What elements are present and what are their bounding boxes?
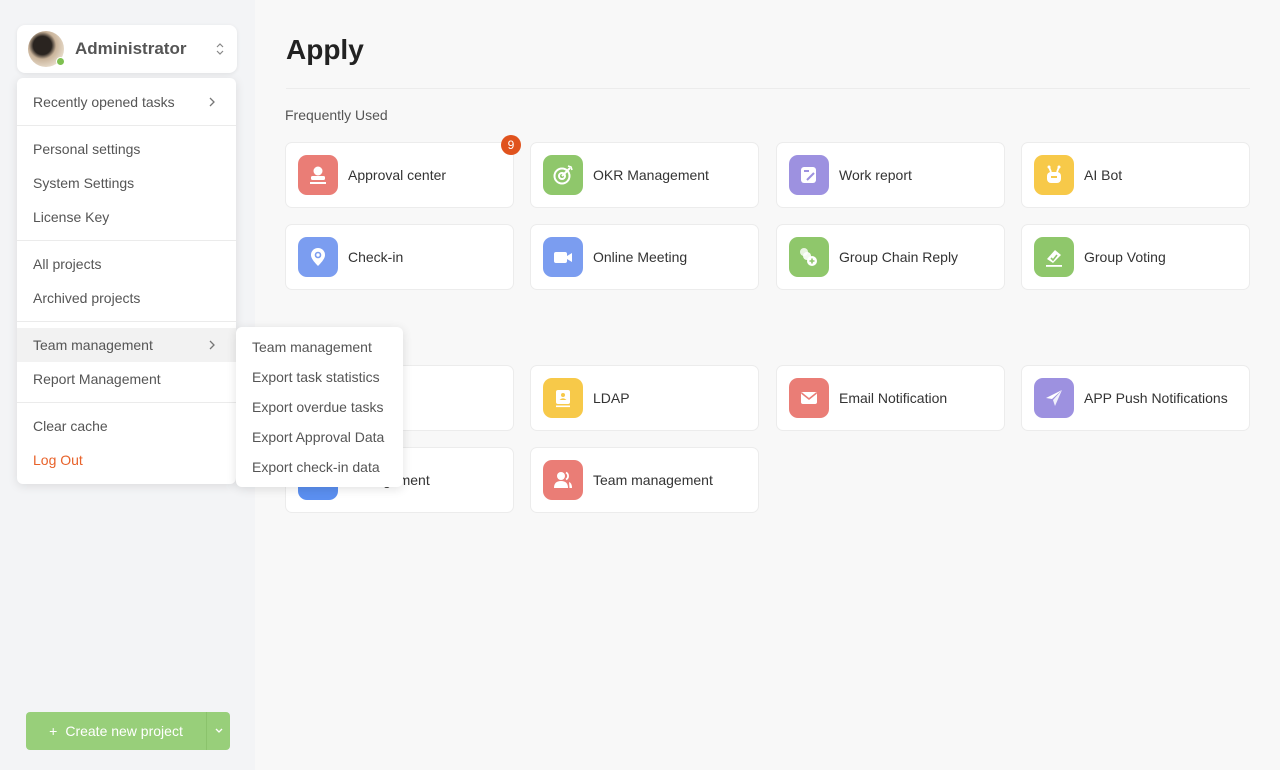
chain-add-icon xyxy=(789,237,829,277)
app-card-label: Email Notification xyxy=(839,390,948,406)
chevron-right-icon xyxy=(209,340,215,350)
app-card-group-chain-reply[interactable]: Group Chain Reply xyxy=(776,224,1005,290)
app-card-approval-center[interactable]: Approval center 9 xyxy=(285,135,521,208)
menu-item-label: License Key xyxy=(33,209,110,225)
app-card-label: Team management xyxy=(593,472,713,488)
create-project-button-group: + Create new project xyxy=(26,712,230,750)
menu-item-system-settings[interactable]: System Settings xyxy=(17,166,236,200)
mail-icon xyxy=(789,378,829,418)
app-card-label: Work report xyxy=(839,167,912,183)
app-card-label: Group Voting xyxy=(1084,249,1166,265)
menu-item-label: Archived projects xyxy=(33,290,141,306)
sidebar: Administrator Recently opened tasks Pers… xyxy=(0,0,255,770)
target-icon xyxy=(543,155,583,195)
team-icon xyxy=(543,460,583,500)
create-new-project-label: Create new project xyxy=(65,723,183,739)
app-card-okr-management[interactable]: OKR Management xyxy=(530,142,759,208)
menu-item-recent-tasks[interactable]: Recently opened tasks xyxy=(17,85,236,119)
user-switcher[interactable]: Administrator xyxy=(17,25,237,73)
app-card-ldap[interactable]: LDAP xyxy=(530,365,759,431)
location-pin-icon xyxy=(298,237,338,277)
paper-plane-icon xyxy=(1034,378,1074,418)
online-status-dot xyxy=(56,57,65,66)
edit-note-icon xyxy=(789,155,829,195)
submenu-item-team-management[interactable]: Team management xyxy=(236,332,403,362)
submenu-item-export-check-in-data[interactable]: Export check-in data xyxy=(236,452,403,482)
create-project-dropdown-button[interactable] xyxy=(206,712,230,750)
menu-item-report-management[interactable]: Report Management xyxy=(17,362,236,396)
app-card-check-in[interactable]: Check-in xyxy=(285,224,514,290)
create-new-project-button[interactable]: + Create new project xyxy=(26,712,206,750)
main-content: Apply Frequently Used Approval center 9 … xyxy=(255,0,1280,770)
menu-item-label: Team management xyxy=(33,337,153,353)
menu-item-log-out[interactable]: Log Out xyxy=(17,443,236,477)
app-card-app-push-notifications[interactable]: APP Push Notifications xyxy=(1021,365,1250,431)
vote-check-icon xyxy=(1034,237,1074,277)
submenu-item-export-approval-data[interactable]: Export Approval Data xyxy=(236,422,403,452)
menu-item-team-management[interactable]: Team management xyxy=(17,328,236,362)
app-card-email-notification[interactable]: Email Notification xyxy=(776,365,1005,431)
notification-badge: 9 xyxy=(501,135,521,155)
divider xyxy=(17,240,236,241)
app-card-label: Group Chain Reply xyxy=(839,249,959,265)
divider xyxy=(17,402,236,403)
menu-item-label: Clear cache xyxy=(33,418,108,434)
page-title: Apply xyxy=(286,34,364,65)
app-card-team-management[interactable]: Team management xyxy=(530,447,759,513)
avatar xyxy=(28,31,65,67)
section-label-frequently-used: Frequently Used xyxy=(285,107,388,123)
menu-item-license-key[interactable]: License Key xyxy=(17,200,236,234)
menu-item-label: System Settings xyxy=(33,175,135,191)
chevron-right-icon xyxy=(209,97,215,107)
divider xyxy=(17,321,236,322)
menu-item-label: All projects xyxy=(33,256,102,272)
user-name: Administrator xyxy=(75,39,187,58)
submenu-item-export-overdue-tasks[interactable]: Export overdue tasks xyxy=(236,392,403,422)
app-card-ai-bot[interactable]: AI Bot xyxy=(1021,142,1250,208)
contact-book-icon xyxy=(543,378,583,418)
app-card-online-meeting[interactable]: Online Meeting xyxy=(530,224,759,290)
menu-item-label: Personal settings xyxy=(33,141,141,157)
team-management-submenu: Team management Export task statistics E… xyxy=(236,327,403,487)
app-card-label: OKR Management xyxy=(593,167,709,183)
menu-item-archived-projects[interactable]: Archived projects xyxy=(17,281,236,315)
app-card-label: AI Bot xyxy=(1084,167,1123,183)
plus-icon: + xyxy=(49,723,58,739)
menu-item-label: Log Out xyxy=(33,452,83,468)
stamp-icon xyxy=(298,155,338,195)
menu-item-label: Recently opened tasks xyxy=(33,94,175,110)
menu-item-personal-settings[interactable]: Personal settings xyxy=(17,132,236,166)
app-card-label: Approval center xyxy=(348,167,447,183)
app-card-group-voting[interactable]: Group Voting xyxy=(1021,224,1250,290)
divider xyxy=(17,125,236,126)
app-card-label: Online Meeting xyxy=(593,249,688,265)
menu-item-label: Report Management xyxy=(33,371,161,387)
menu-item-all-projects[interactable]: All projects xyxy=(17,247,236,281)
video-camera-icon xyxy=(543,237,583,277)
app-card-work-report[interactable]: Work report xyxy=(776,142,1005,208)
chevron-down-icon xyxy=(215,728,222,733)
user-menu: Recently opened tasks Personal settings … xyxy=(17,78,236,484)
app-card-label: LDAP xyxy=(593,390,630,406)
menu-item-clear-cache[interactable]: Clear cache xyxy=(17,409,236,443)
divider xyxy=(286,88,1250,89)
robot-icon xyxy=(1034,155,1074,195)
updown-chevron-icon xyxy=(216,43,224,55)
app-card-label: APP Push Notifications xyxy=(1084,390,1228,406)
submenu-item-export-task-statistics[interactable]: Export task statistics xyxy=(236,362,403,392)
app-card-label: Check-in xyxy=(348,249,404,265)
